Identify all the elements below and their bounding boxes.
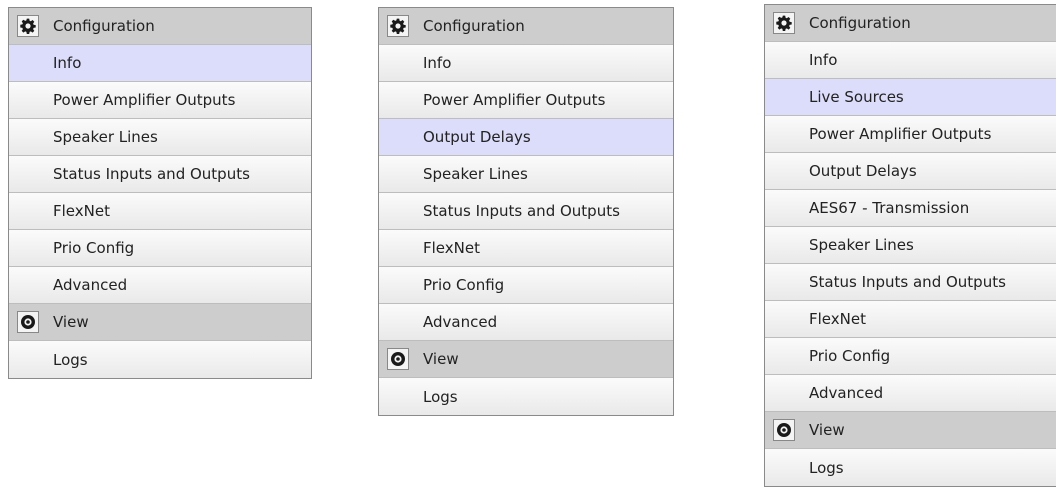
menu-item-prio-config[interactable]: Prio Config — [9, 230, 311, 267]
menu-item-live-sources[interactable]: Live Sources — [765, 79, 1056, 116]
menu-item-advanced[interactable]: Advanced — [9, 267, 311, 304]
menu-item-flexnet[interactable]: FlexNet — [9, 193, 311, 230]
menu-item-logs[interactable]: Logs — [9, 341, 311, 378]
menu-item-logs[interactable]: Logs — [379, 378, 673, 415]
menu-item-flexnet[interactable]: FlexNet — [765, 301, 1056, 338]
section-title: Configuration — [809, 14, 911, 32]
gear-icon — [17, 15, 39, 37]
section-title: View — [423, 350, 459, 368]
section-title: Configuration — [53, 17, 155, 35]
menu-item-prio-config[interactable]: Prio Config — [379, 267, 673, 304]
menu-item-info[interactable]: Info — [379, 45, 673, 82]
menu-item-speaker-lines[interactable]: Speaker Lines — [379, 156, 673, 193]
menu-item-status-inputs-and-outputs[interactable]: Status Inputs and Outputs — [9, 156, 311, 193]
menu-panel-3: Configuration Info Live Sources Power Ampli… — [764, 4, 1056, 487]
section-header-configuration[interactable]: Configuration — [765, 5, 1056, 42]
section-header-configuration[interactable]: Configuration — [379, 8, 673, 45]
menu-item-output-delays[interactable]: Output Delays — [765, 153, 1056, 190]
section-title: View — [53, 313, 89, 331]
section-title: View — [809, 421, 845, 439]
menu-item-speaker-lines[interactable]: Speaker Lines — [9, 119, 311, 156]
menu-item-advanced[interactable]: Advanced — [379, 304, 673, 341]
menu-panel-1: Configuration Info Power Amplifier Outputs… — [8, 7, 312, 379]
menu-item-prio-config[interactable]: Prio Config — [765, 338, 1056, 375]
menu-item-speaker-lines[interactable]: Speaker Lines — [765, 227, 1056, 264]
menu-item-info[interactable]: Info — [9, 45, 311, 82]
menu-item-advanced[interactable]: Advanced — [765, 375, 1056, 412]
eye-icon — [387, 348, 409, 370]
menu-item-status-inputs-and-outputs[interactable]: Status Inputs and Outputs — [765, 264, 1056, 301]
menu-panel-2: Configuration Info Power Amplifier Outputs… — [378, 7, 674, 416]
menu-item-power-amplifier-outputs[interactable]: Power Amplifier Outputs — [379, 82, 673, 119]
menu-item-aes67-transmission[interactable]: AES67 - Transmission — [765, 190, 1056, 227]
section-header-view[interactable]: View — [379, 341, 673, 378]
eye-icon — [773, 419, 795, 441]
menu-item-flexnet[interactable]: FlexNet — [379, 230, 673, 267]
gear-icon — [387, 15, 409, 37]
menu-item-power-amplifier-outputs[interactable]: Power Amplifier Outputs — [765, 116, 1056, 153]
menu-item-logs[interactable]: Logs — [765, 449, 1056, 486]
section-header-view[interactable]: View — [765, 412, 1056, 449]
menu-item-info[interactable]: Info — [765, 42, 1056, 79]
section-header-configuration[interactable]: Configuration — [9, 8, 311, 45]
menu-item-status-inputs-and-outputs[interactable]: Status Inputs and Outputs — [379, 193, 673, 230]
gear-icon — [773, 12, 795, 34]
menu-item-output-delays[interactable]: Output Delays — [379, 119, 673, 156]
menu-item-power-amplifier-outputs[interactable]: Power Amplifier Outputs — [9, 82, 311, 119]
section-header-view[interactable]: View — [9, 304, 311, 341]
eye-icon — [17, 311, 39, 333]
section-title: Configuration — [423, 17, 525, 35]
